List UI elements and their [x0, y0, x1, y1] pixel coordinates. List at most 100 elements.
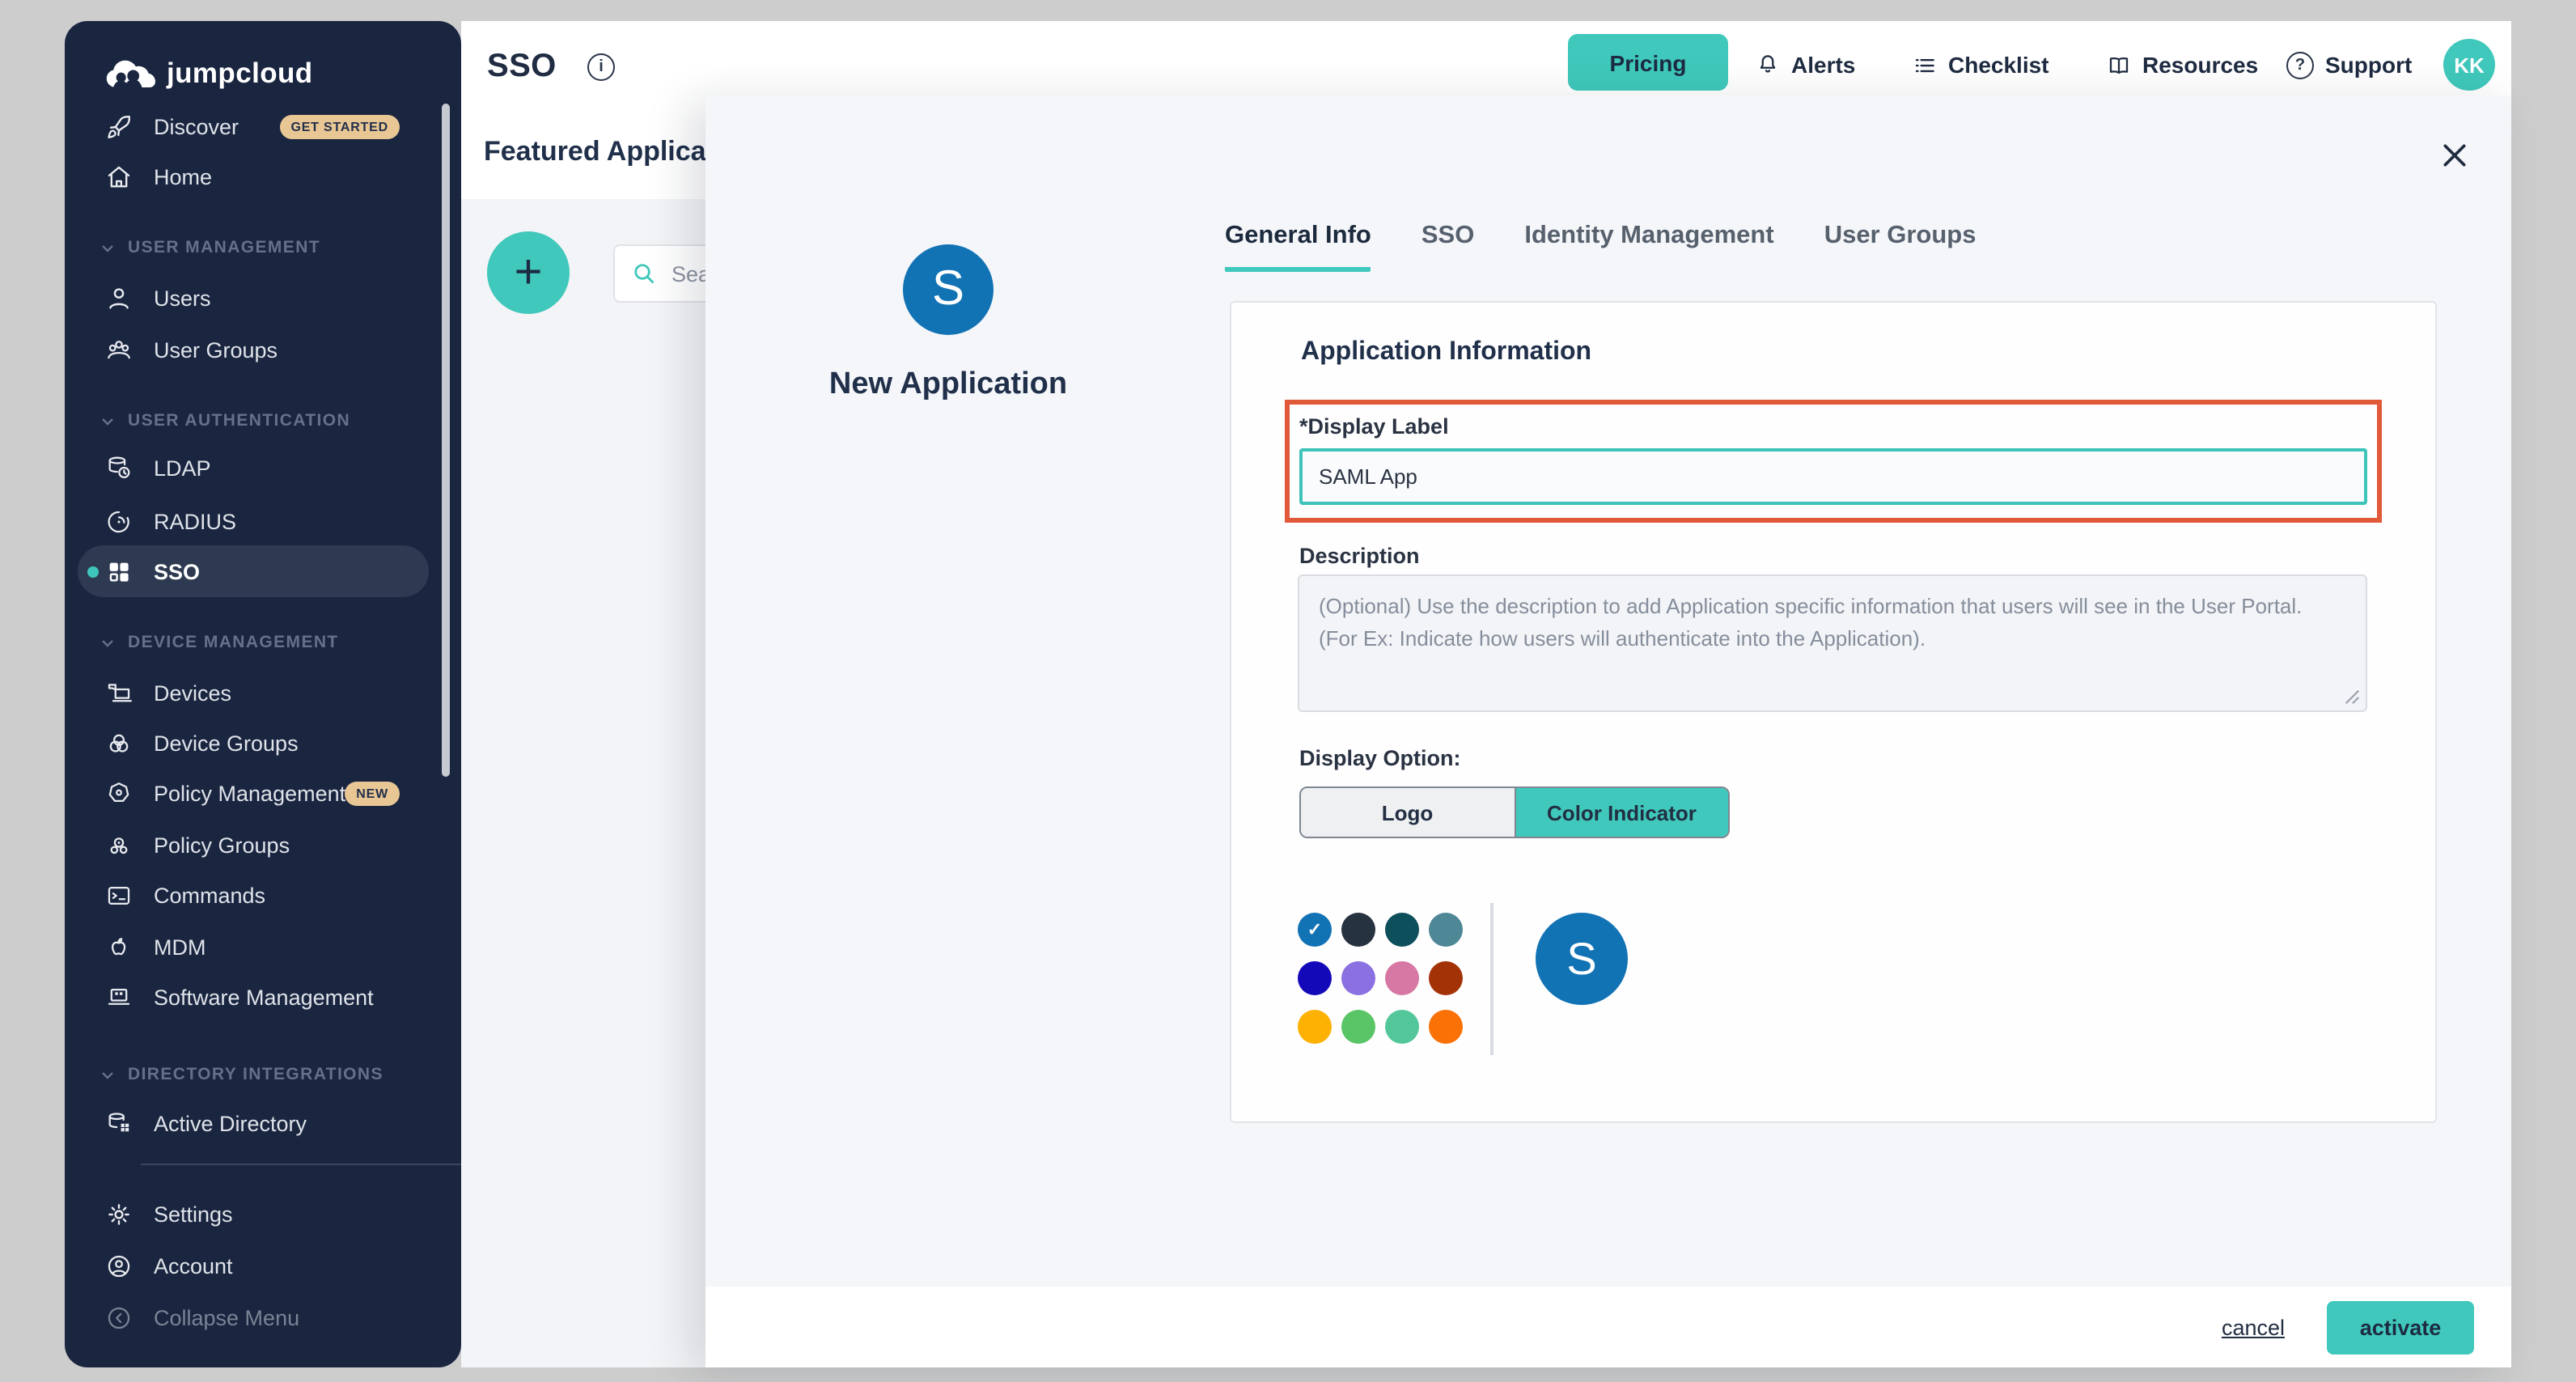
description-label: Description: [1299, 544, 1420, 568]
section-user-authentication[interactable]: USER AUTHENTICATION: [100, 408, 350, 434]
gear-icon: [105, 1200, 133, 1227]
color-swatch-purple[interactable]: [1341, 961, 1375, 995]
book-icon: [2107, 53, 2131, 77]
color-swatch-mint[interactable]: [1385, 1010, 1419, 1044]
support-button[interactable]: ? Support: [2286, 49, 2412, 81]
display-option-toggle: Logo Color Indicator: [1299, 786, 1730, 838]
close-icon[interactable]: [2434, 134, 2476, 176]
software-laptop-icon: [105, 983, 133, 1011]
color-swatch-blue[interactable]: ✓: [1298, 913, 1332, 947]
sidebar-item-sso[interactable]: SSO: [105, 552, 445, 591]
featured-applications-heading: Featured Applications: [484, 136, 707, 168]
color-swatch-amber[interactable]: [1298, 1010, 1332, 1044]
sidebar-item-label: Collapse Menu: [154, 1305, 299, 1329]
apple-icon: [105, 933, 133, 960]
color-indicator-option[interactable]: Color Indicator: [1515, 788, 1728, 837]
sso-grid-icon: [105, 557, 133, 585]
sidebar-item-users[interactable]: Users: [105, 278, 445, 317]
cancel-button[interactable]: cancel: [2222, 1315, 2285, 1339]
pricing-button[interactable]: Pricing: [1568, 34, 1728, 91]
user-avatar[interactable]: KK: [2443, 39, 2495, 91]
sidebar-item-commands[interactable]: Commands: [105, 875, 445, 914]
sidebar-item-label: LDAP: [154, 456, 211, 480]
checklist-button[interactable]: Checklist: [1913, 49, 2049, 81]
screen: SSO i Pricing Alerts Checklist Resources…: [0, 0, 2576, 1382]
sidebar-item-label: Device Groups: [154, 731, 299, 755]
application-information-card: Application Information *Display Label S…: [1230, 301, 2437, 1123]
swatch-preview-divider: [1490, 903, 1493, 1055]
sidebar-item-label: User Groups: [154, 337, 278, 362]
modal-tabs: General Info SSO Identity Management Use…: [1225, 222, 1976, 272]
sidebar-divider: [141, 1164, 461, 1165]
venn-icon: [105, 729, 133, 757]
home-icon: [105, 163, 133, 190]
terminal-icon: [105, 881, 133, 909]
sidebar-item-account[interactable]: Account: [105, 1246, 445, 1285]
application-name: New Application: [770, 367, 1126, 403]
user-group-icon: [105, 336, 133, 363]
info-icon[interactable]: i: [587, 53, 615, 81]
question-icon: ?: [2286, 51, 2314, 78]
color-swatch-green[interactable]: [1341, 1010, 1375, 1044]
section-user-management[interactable]: USER MANAGEMENT: [100, 235, 320, 261]
resources-button[interactable]: Resources: [2107, 49, 2258, 81]
section-directory-integrations[interactable]: DIRECTORY INTEGRATIONS: [100, 1062, 383, 1087]
color-swatch-royal-blue[interactable]: [1298, 961, 1332, 995]
sidebar-item-device-groups[interactable]: Device Groups: [105, 723, 445, 762]
devices-icon: [105, 679, 133, 706]
tab-identity-management[interactable]: Identity Management: [1524, 222, 1773, 272]
sidebar-item-discover[interactable]: Discover GET STARTED: [105, 107, 445, 146]
sidebar-item-radius[interactable]: RADIUS: [105, 502, 445, 541]
sidebar-item-collapse-menu[interactable]: Collapse Menu: [105, 1298, 445, 1337]
sidebar-item-mdm[interactable]: MDM: [105, 927, 445, 966]
sidebar-item-label: RADIUS: [154, 509, 236, 533]
display-label-label: *Display Label: [1299, 414, 1449, 439]
sidebar-item-label: Devices: [154, 680, 231, 705]
logo-option[interactable]: Logo: [1301, 788, 1515, 837]
sidebar-item-label: SSO: [154, 559, 200, 583]
tab-user-groups[interactable]: User Groups: [1824, 222, 1976, 272]
sidebar-item-software-management[interactable]: Software Management: [105, 977, 445, 1016]
modal-footer: cancel activate: [705, 1287, 2511, 1367]
search-icon: [631, 261, 657, 286]
sidebar-item-policy-groups[interactable]: Policy Groups: [105, 825, 445, 864]
sidebar-scrollbar[interactable]: [442, 104, 450, 777]
sidebar-item-devices[interactable]: Devices: [105, 673, 445, 712]
description-textarea[interactable]: (Optional) Use the description to add Ap…: [1298, 574, 2367, 712]
sidebar-item-settings[interactable]: Settings: [105, 1194, 445, 1233]
jumpcloud-logo[interactable]: jumpcloud: [104, 57, 313, 91]
display-label-input[interactable]: SAML App: [1299, 448, 2367, 505]
sidebar-item-label: Account: [154, 1253, 233, 1278]
radius-icon: [105, 507, 133, 535]
color-swatch-dark-navy[interactable]: [1341, 913, 1375, 947]
color-swatch-steel-teal[interactable]: [1429, 913, 1463, 947]
tab-general-info[interactable]: General Info: [1225, 222, 1371, 272]
sidebar-item-user-groups[interactable]: User Groups: [105, 330, 445, 369]
sidebar-item-ldap[interactable]: LDAP: [105, 448, 445, 487]
section-device-management[interactable]: DEVICE MANAGEMENT: [100, 630, 339, 655]
new-application-modal: S New Application General Info SSO Ident…: [705, 95, 2511, 1367]
activate-button[interactable]: activate: [2327, 1300, 2474, 1354]
description-placeholder: (Optional) Use the description to add Ap…: [1319, 594, 2302, 651]
tab-sso[interactable]: SSO: [1421, 222, 1474, 272]
color-swatch-dark-teal[interactable]: [1385, 913, 1419, 947]
sidebar-item-label: Users: [154, 286, 211, 310]
checklist-icon: [1913, 53, 1937, 77]
add-application-button[interactable]: +: [487, 231, 570, 314]
alerts-button[interactable]: Alerts: [1756, 49, 1855, 81]
color-swatch-orange[interactable]: [1429, 1010, 1463, 1044]
color-swatch-pink[interactable]: [1385, 961, 1419, 995]
database-clock-icon: [105, 454, 133, 481]
sidebar-item-policy-management[interactable]: Policy Management NEW: [105, 774, 445, 812]
cloud-logo-icon: [104, 57, 155, 91]
sidebar-item-home[interactable]: Home: [105, 157, 445, 196]
color-swatch-rust[interactable]: [1429, 961, 1463, 995]
sidebar-item-label: Discover: [154, 114, 239, 138]
sidebar-item-active-directory[interactable]: Active Directory: [105, 1104, 445, 1142]
sidebar-item-label: Commands: [154, 883, 265, 907]
chevron-down-icon: [100, 635, 115, 650]
resize-handle-icon[interactable]: [2343, 688, 2361, 706]
user-icon: [105, 284, 133, 312]
display-option-label: Display Option:: [1299, 746, 1461, 770]
chevron-down-icon: [100, 1067, 115, 1082]
